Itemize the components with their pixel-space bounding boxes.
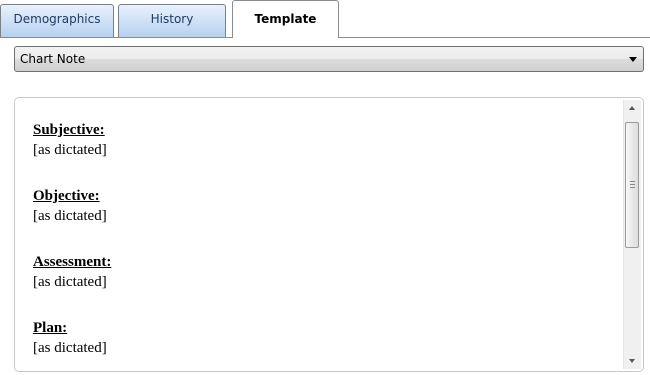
note-content[interactable]: Subjective: [as dictated] Objective: [as… — [33, 120, 613, 371]
section-heading: Plan: — [33, 320, 68, 336]
note-section-assessment: Assessment: [as dictated] — [33, 252, 613, 318]
tab-history[interactable]: History — [118, 4, 226, 37]
note-section-plan: Plan: [as dictated] — [33, 318, 613, 371]
section-text: [as dictated] — [33, 142, 107, 158]
arrow-down-icon[interactable] — [624, 352, 641, 369]
arrow-up-icon[interactable] — [624, 100, 641, 117]
vertical-scrollbar[interactable] — [623, 100, 641, 369]
section-heading: Assessment: — [33, 254, 112, 270]
section-heading: Objective: — [33, 188, 100, 204]
section-text: [as dictated] — [33, 274, 107, 290]
note-section-subjective: Subjective: [as dictated] — [33, 120, 613, 186]
scrollbar-thumb[interactable] — [625, 122, 639, 248]
chevron-down-icon[interactable] — [629, 57, 637, 62]
tab-bar: Demographics History Template — [0, 0, 650, 38]
template-dropdown-value: Chart Note — [20, 52, 86, 66]
template-dropdown[interactable]: Chart Note — [14, 46, 644, 72]
section-heading: Subjective: — [33, 122, 105, 138]
grip-icon — [630, 181, 635, 188]
note-section-objective: Objective: [as dictated] — [33, 186, 613, 252]
note-editor[interactable]: Subjective: [as dictated] Objective: [as… — [14, 97, 644, 372]
section-text: [as dictated] — [33, 208, 107, 224]
tab-demographics[interactable]: Demographics — [0, 4, 114, 37]
tab-template[interactable]: Template — [232, 0, 339, 38]
section-text: [as dictated] — [33, 340, 107, 356]
